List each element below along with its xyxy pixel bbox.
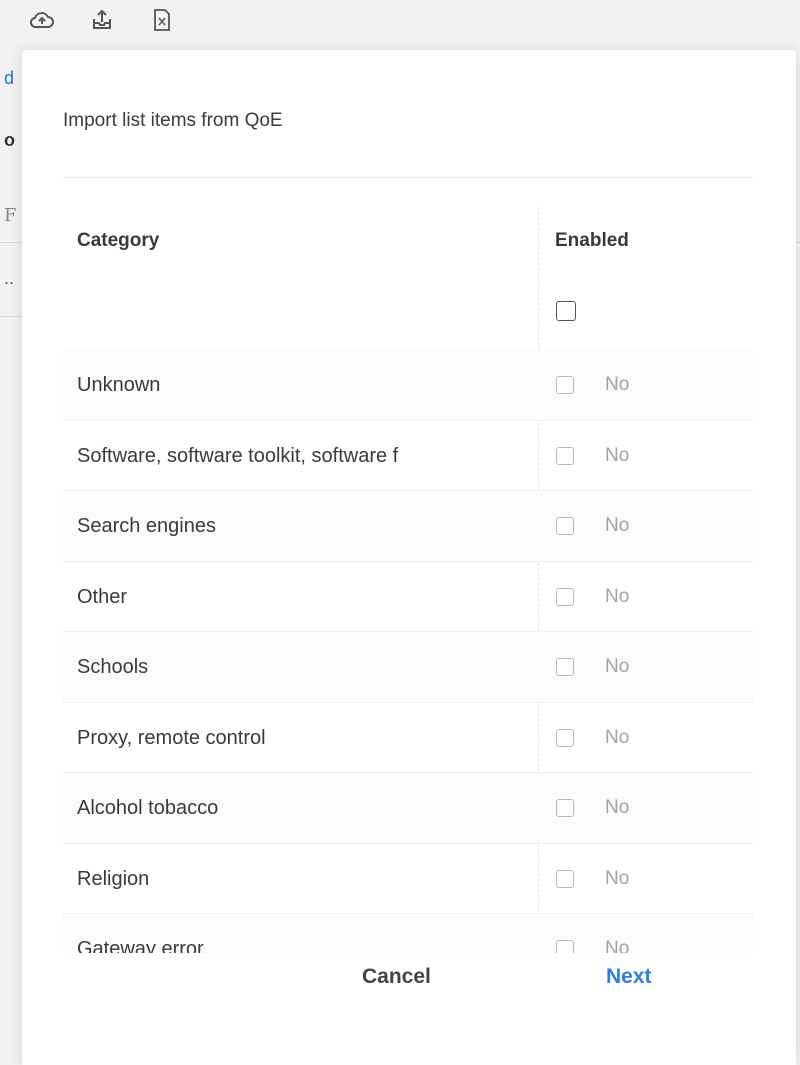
enabled-state: No [605, 867, 630, 889]
table-row: Alcohol tobacco No [63, 773, 753, 844]
table-row: Other No [63, 562, 753, 632]
upload-tray-icon[interactable] [88, 6, 116, 34]
enabled-checkbox[interactable] [556, 517, 574, 535]
table-row: Schools No [63, 632, 753, 703]
background-divider [796, 242, 800, 243]
enabled-checkbox[interactable] [556, 728, 574, 747]
table-row: Proxy, remote control No [63, 703, 753, 773]
background-fragment-text: .. [4, 268, 15, 288]
enabled-checkbox[interactable] [556, 869, 574, 888]
table-header: Category Enabled [63, 225, 753, 265]
table-row: Religion No [63, 844, 753, 914]
table-row: Search engines No [63, 491, 753, 562]
background-fragment-label: F [4, 205, 17, 226]
import-modal: Import list items from QoE Category Enab… [22, 50, 796, 1065]
category-label: Other [77, 585, 128, 608]
category-label: Religion [77, 867, 150, 890]
category-label: Alcohol tobacco [77, 797, 219, 819]
enabled-state: No [605, 444, 630, 466]
background-fragment-heading: o [4, 130, 15, 150]
table-row: Unknown No [63, 350, 753, 421]
background-divider [0, 316, 22, 317]
enabled-state: No [605, 585, 630, 607]
toolbar [28, 6, 176, 34]
cloud-upload-icon[interactable] [28, 6, 56, 34]
table-row: Software, software toolkit, software f N… [63, 421, 753, 491]
enabled-checkbox[interactable] [556, 446, 574, 465]
category-label: Search engines [77, 515, 216, 537]
column-header-category: Category [77, 230, 160, 251]
enabled-checkbox[interactable] [556, 940, 574, 953]
select-all-checkbox[interactable] [556, 301, 576, 321]
modal-title: Import list items from QoE [63, 110, 283, 131]
category-label: Schools [77, 656, 149, 678]
enabled-state: No [605, 656, 630, 677]
table-row: Gateway error No [63, 914, 753, 953]
enabled-checkbox[interactable] [556, 376, 574, 394]
next-button[interactable]: Next [606, 965, 652, 989]
enabled-checkbox[interactable] [556, 799, 574, 817]
background-fragment-link: d [4, 68, 15, 88]
cancel-button[interactable]: Cancel [362, 965, 431, 989]
column-header-enabled: Enabled [555, 230, 629, 251]
enabled-checkbox[interactable] [556, 587, 574, 606]
background-divider [0, 242, 22, 243]
enabled-state: No [605, 515, 630, 536]
modal-divider [63, 177, 753, 178]
enabled-state: No [605, 938, 630, 953]
enabled-checkbox[interactable] [556, 658, 574, 676]
category-label: Gateway error [77, 938, 204, 953]
category-label: Unknown [77, 374, 161, 396]
enabled-state: No [605, 797, 630, 818]
category-label: Proxy, remote control [77, 726, 266, 749]
enabled-state: No [605, 374, 630, 395]
enabled-state: No [605, 726, 630, 748]
category-list[interactable]: Unknown No Software, software toolkit, s… [63, 350, 753, 953]
category-label: Software, software toolkit, software f [77, 444, 399, 467]
excel-file-icon[interactable] [148, 6, 176, 34]
